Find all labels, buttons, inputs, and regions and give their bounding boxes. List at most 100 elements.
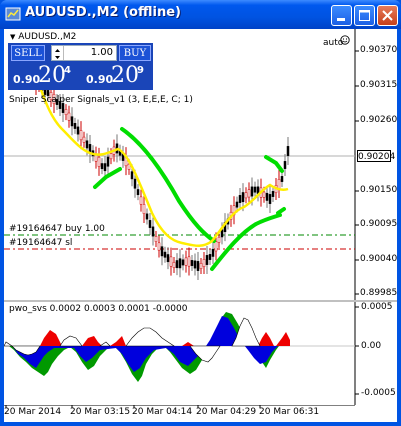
candle-body xyxy=(205,255,209,265)
candle-body xyxy=(196,261,200,271)
candle-body xyxy=(154,236,158,242)
sell-quote-big: 20 xyxy=(38,63,66,88)
candle-body xyxy=(247,189,251,198)
candle-body xyxy=(163,251,167,258)
candle-body xyxy=(244,192,248,199)
minimize-button[interactable] xyxy=(331,5,352,26)
sell-quote-prefix: 0.90 xyxy=(13,73,41,86)
sell-quote[interactable]: 0.90 20 4 xyxy=(11,64,79,89)
buy-button[interactable]: BUY xyxy=(119,45,151,61)
sell-quote-sup: 4 xyxy=(64,65,71,76)
spinner-arrows-icon xyxy=(55,49,60,59)
time-label: 20 Mar 03:15 xyxy=(70,407,131,417)
lot-size-field[interactable]: 1.00 xyxy=(51,45,117,61)
osc-level-label: 0.0005 xyxy=(361,302,393,312)
candle-body xyxy=(208,254,212,260)
candle-body xyxy=(214,241,218,252)
time-label: 20 Mar 2014 xyxy=(4,407,62,417)
one-click-trading-panel: SELL 1.00 BUY 0.90 20 4 0.90 20 9 xyxy=(8,43,153,90)
candle-body xyxy=(262,191,266,198)
candle-body xyxy=(103,163,107,172)
candle-body xyxy=(280,176,284,182)
candle-body xyxy=(73,123,77,129)
osc-axis-ticks xyxy=(355,306,359,395)
candle-body xyxy=(82,136,86,143)
candle-body xyxy=(187,256,191,267)
candle-body xyxy=(79,130,83,141)
chart-client-area: ▼ AUDUSD.,M2 auto SELL 1.00 BUY 0.90 20 … xyxy=(4,29,397,422)
sl-order-label: #19164647 sl xyxy=(9,238,73,248)
candle-body xyxy=(286,146,290,156)
time-axis: 20 Mar 2014 20 Mar 03:15 20 Mar 04:14 20… xyxy=(4,405,397,422)
candle-body xyxy=(130,171,134,180)
candle-body xyxy=(148,220,152,228)
candle-body xyxy=(100,163,104,170)
buy-quote[interactable]: 0.90 20 9 xyxy=(84,64,152,89)
price-chart[interactable]: ▼ AUDUSD.,M2 auto SELL 1.00 BUY 0.90 20 … xyxy=(4,29,397,300)
candle-body xyxy=(178,258,182,269)
candle-body xyxy=(268,194,272,204)
candle-body xyxy=(277,179,281,189)
candle-body xyxy=(217,236,221,243)
candle-body xyxy=(166,254,170,263)
lot-value: 1.00 xyxy=(90,47,113,58)
candle-body xyxy=(181,259,185,266)
time-label: 20 Mar 06:31 xyxy=(259,407,320,417)
terminal-window: AUDUSD.,M2 (offline) ▼ AUDUSD.,M2 auto S… xyxy=(0,0,401,426)
oscillator-title: pwo_svs 0.0002 0.0003 0.0001 -0.0000 xyxy=(9,304,188,314)
maximize-icon xyxy=(359,10,370,21)
candle-body xyxy=(235,201,239,208)
close-button[interactable] xyxy=(377,5,398,26)
candle-body xyxy=(145,213,149,220)
buy-quote-big: 20 xyxy=(111,63,139,88)
price-label: 0.90260 xyxy=(360,115,398,125)
candle-body xyxy=(190,260,194,266)
candle-body xyxy=(172,262,176,268)
candle-body xyxy=(193,260,197,269)
minimize-icon xyxy=(337,18,345,21)
band-tail xyxy=(276,207,286,215)
price-label: 0.90095 xyxy=(360,219,398,229)
price-label: 0.89985 xyxy=(360,288,398,298)
oscillator-chart[interactable]: pwo_svs 0.0002 0.0003 0.0001 -0.0000 0.0… xyxy=(4,302,397,405)
candle-body xyxy=(109,153,113,160)
smiley-icon xyxy=(340,35,350,45)
candle-body xyxy=(238,195,242,203)
time-label: 20 Mar 04:29 xyxy=(196,407,257,417)
osc-level-label: -0.0005 xyxy=(361,388,396,398)
indicator-title: Sniper Scalper Signals_v1 (3, E,E,E, C; … xyxy=(9,95,193,105)
price-label: 0.90150 xyxy=(360,185,398,195)
candle-body xyxy=(142,204,146,214)
price-axis-ticks xyxy=(355,50,359,295)
candle-body xyxy=(175,260,179,269)
lot-spinner[interactable] xyxy=(52,46,64,60)
price-label: 0.90370 xyxy=(360,45,398,55)
close-icon xyxy=(382,10,393,21)
upper-band-right xyxy=(264,155,284,173)
candle-body xyxy=(97,156,101,167)
candle-body xyxy=(70,116,74,127)
candle-body xyxy=(136,189,140,196)
maximize-button[interactable] xyxy=(354,5,375,26)
candle-body xyxy=(253,186,257,193)
oscillator-canvas xyxy=(4,302,359,405)
title-bar[interactable]: AUDUSD.,M2 (offline) xyxy=(0,0,401,29)
sell-button[interactable]: SELL xyxy=(11,45,45,61)
candle-body xyxy=(202,259,206,267)
candle-body xyxy=(184,257,188,266)
buy-order-label: #19164647 buy 1.00 xyxy=(9,224,105,234)
window-title: AUDUSD.,M2 (offline) xyxy=(25,5,181,20)
candle-body xyxy=(76,126,80,135)
symbol-label: ▼ AUDUSD.,M2 xyxy=(10,32,77,42)
price-label: 0.90040 xyxy=(360,254,398,264)
current-price-label: 0.90204 xyxy=(357,150,396,162)
osc-level-label: 0.00 xyxy=(361,341,382,351)
price-label: 0.90315 xyxy=(360,80,398,90)
candle-body xyxy=(283,161,287,169)
time-label: 20 Mar 04:14 xyxy=(132,407,193,417)
candle-body xyxy=(64,109,68,115)
candle-body xyxy=(151,226,155,237)
candle-body xyxy=(211,248,215,257)
candle-body xyxy=(67,112,71,121)
candle-body xyxy=(199,263,203,269)
